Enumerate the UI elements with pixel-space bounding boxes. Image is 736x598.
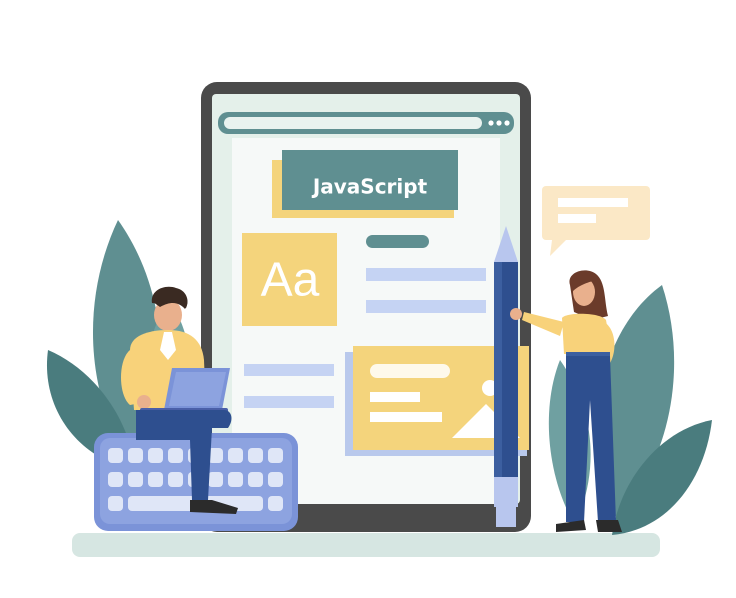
- keyboard-key: [248, 448, 263, 463]
- keyboard-key: [268, 496, 283, 511]
- keyboard-key: [268, 448, 283, 463]
- keyboard-key: [208, 472, 223, 487]
- font-sample-text: Aa: [261, 254, 320, 307]
- keyboard-key: [108, 496, 123, 511]
- floor: [72, 533, 660, 557]
- keyboard-key: [148, 448, 163, 463]
- keyboard-key: [148, 472, 163, 487]
- keyboard-key: [108, 472, 123, 487]
- font-sample-card: Aa: [242, 233, 337, 326]
- illustration-stage: JavaScript Aa: [0, 0, 736, 598]
- menu-dot-icon: [488, 120, 494, 126]
- illustration: JavaScript Aa: [46, 82, 712, 557]
- javascript-banner: JavaScript: [272, 150, 458, 218]
- keyboard-key: [248, 472, 263, 487]
- keyboard-key: [168, 472, 183, 487]
- keyboard-key: [168, 448, 183, 463]
- menu-dot-icon: [504, 120, 510, 126]
- pencil: [494, 226, 518, 527]
- keyboard-key: [228, 472, 243, 487]
- keyboard-key: [228, 448, 243, 463]
- chat-bubble-icon: [542, 186, 650, 256]
- banner-title: JavaScript: [311, 175, 428, 199]
- keyboard-key: [128, 448, 143, 463]
- keyboard-key: [108, 448, 123, 463]
- keyboard-key: [128, 472, 143, 487]
- menu-dot-icon: [496, 120, 502, 126]
- keyboard-key: [268, 472, 283, 487]
